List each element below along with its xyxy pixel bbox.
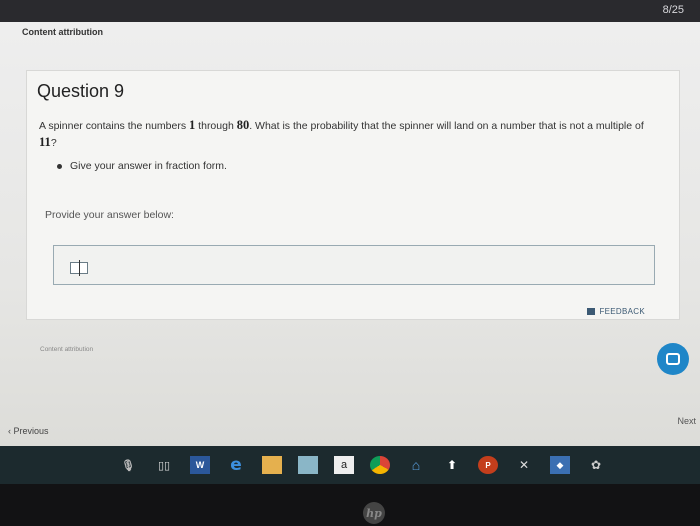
content-attribution-link[interactable]: Content attribution [22,27,103,37]
store-icon[interactable] [298,456,318,474]
chat-icon [666,353,680,365]
assignment-screen: Content attribution Question 9 A spinner… [0,22,700,452]
arrow-icon[interactable]: ⬆ [442,456,462,474]
chrome-icon[interactable] [370,456,390,474]
top-bezel: 8/25 [0,0,700,22]
hp-logo-icon: hp [363,502,385,524]
bottom-bezel [0,484,700,526]
feedback-button[interactable]: FEEDBACK [587,307,645,316]
feedback-label: FEEDBACK [599,307,645,316]
word-icon[interactable]: W [190,456,210,474]
microphone-icon[interactable]: 🎙 [118,456,138,474]
next-button[interactable]: Next [677,416,696,426]
file-explorer-icon[interactable] [262,456,282,474]
powerpoint-icon[interactable]: P [478,456,498,474]
app-icon[interactable]: ◆ [550,456,570,474]
question-title: Question 9 [37,81,125,101]
paint-icon[interactable]: ✿ [586,456,606,474]
previous-label: Previous [13,426,49,436]
page-counter: 8/25 [662,4,684,16]
number-11: 11 [39,135,51,149]
feedback-icon [587,308,596,315]
previous-button[interactable]: ‹ Previous [8,426,49,436]
instruction-bullet: Give your answer in fraction form. [57,160,227,172]
answer-input[interactable] [53,245,655,285]
math-cursor-icon [70,260,88,276]
content-attribution-bottom-link[interactable]: Content attribution [40,346,93,353]
chat-help-button[interactable] [657,343,689,375]
graph-icon[interactable]: ✕ [514,456,534,474]
edge-icon[interactable]: e [226,455,246,475]
instruction-text: Give your answer in fraction form. [70,160,227,172]
amazon-icon[interactable]: a [334,456,354,474]
windows-taskbar: 🎙 ▯▯ W e a ⌂ ⬆ P ✕ ◆ ✿ [0,446,700,484]
question-text: A spinner contains the numbers 1 through… [39,118,644,149]
number-80: 80 [236,118,250,132]
bullet-icon [57,163,62,169]
answer-prompt: Provide your answer below: [45,209,174,221]
home-icon[interactable]: ⌂ [406,456,426,474]
task-view-icon[interactable]: ▯▯ [154,456,174,474]
question-card: Question 9 A spinner contains the number… [26,70,680,320]
